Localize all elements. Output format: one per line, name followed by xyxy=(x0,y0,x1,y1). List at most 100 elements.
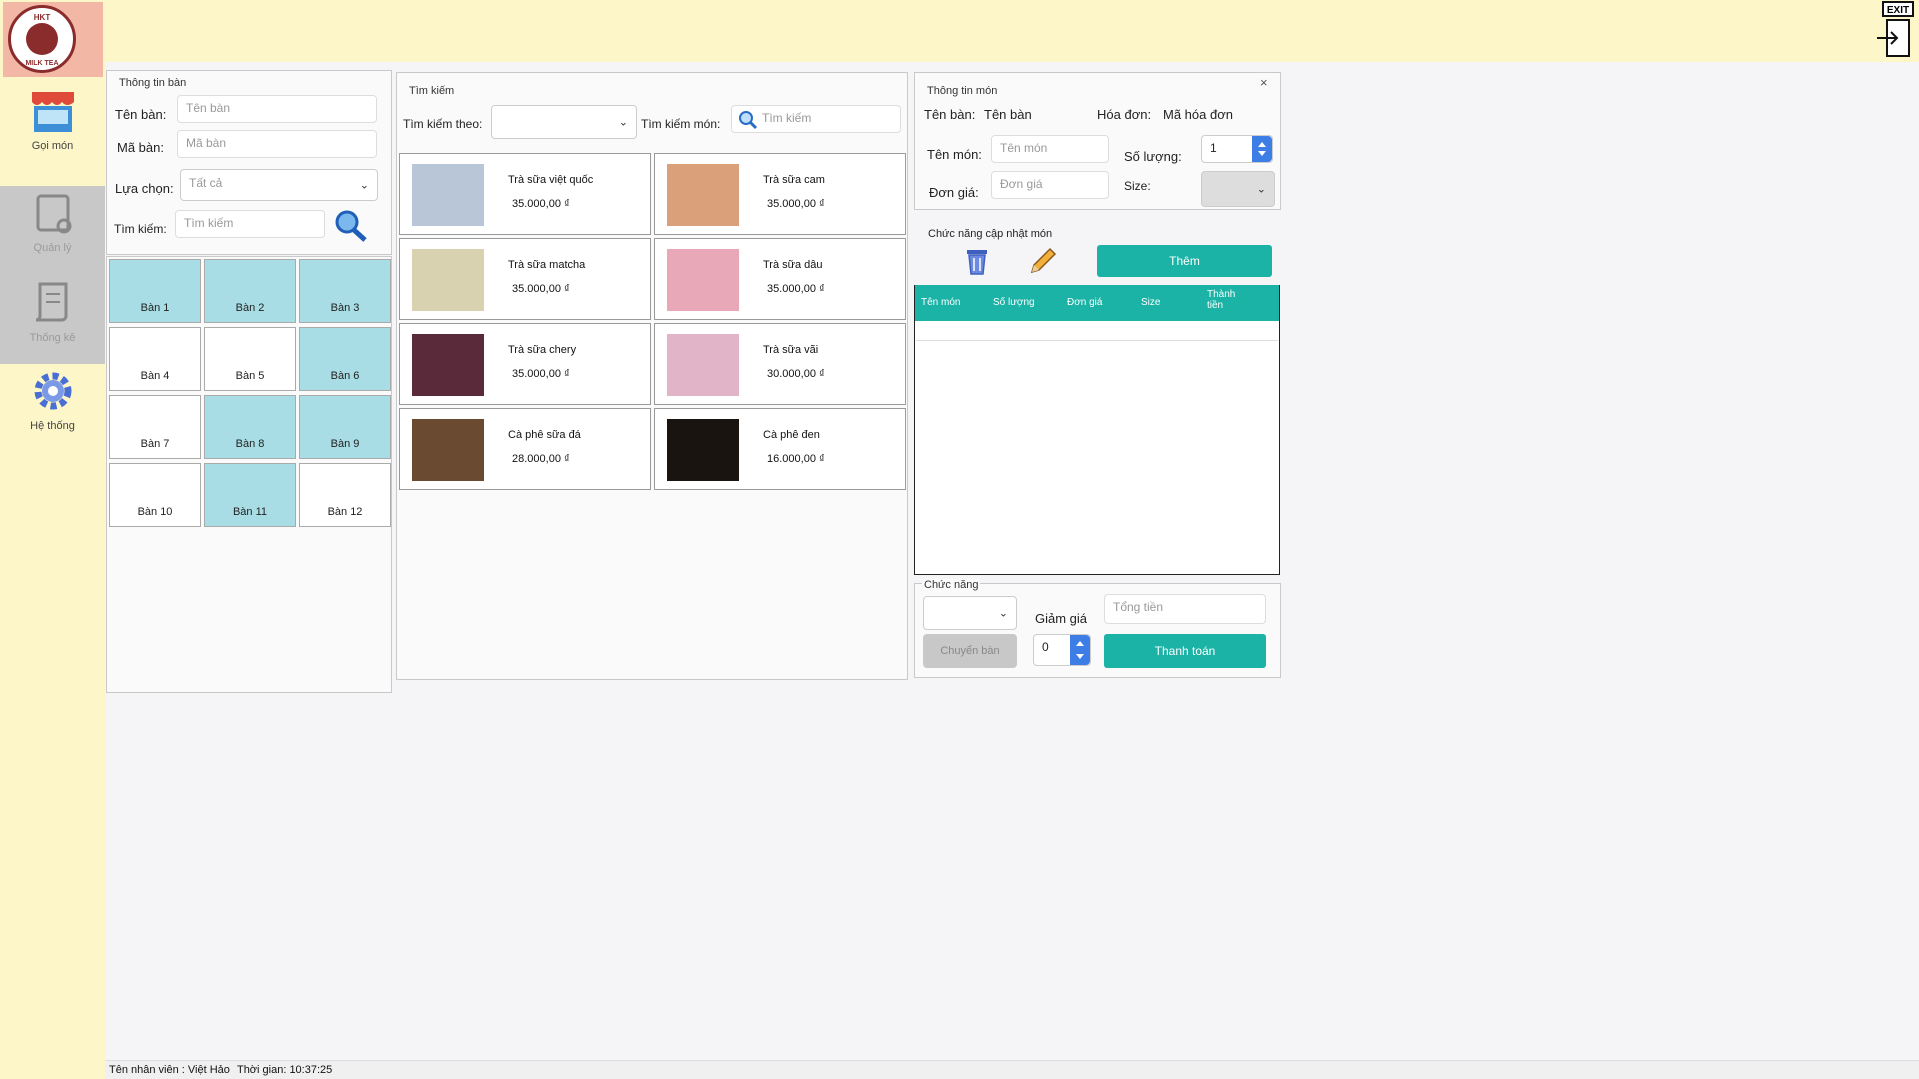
dish-info-title: Thông tin món xyxy=(927,85,998,97)
menu-item-image xyxy=(412,419,484,481)
sidebar-item-system[interactable]: Hệ thống xyxy=(0,368,105,448)
table-cell[interactable]: Bàn 6 xyxy=(299,327,391,391)
table-cell[interactable]: Bàn 11 xyxy=(204,463,296,527)
table-search-input[interactable]: Tìm kiếm xyxy=(175,210,325,238)
exit-label: EXIT xyxy=(1887,5,1909,16)
table-cell[interactable]: Bàn 12 xyxy=(299,463,391,527)
filter-select-value: Tất cả xyxy=(189,176,223,190)
order-grid-header: Tên món Số lượng Đơn giá Size Thành tiền xyxy=(915,285,1279,321)
add-dish-button[interactable]: Thêm xyxy=(1097,245,1272,277)
stepper-arrows-icon[interactable] xyxy=(1252,136,1272,162)
price-input[interactable]: Đơn giá xyxy=(991,171,1109,199)
functions-panel: Chức năng ⌄ Chuyển bàn Giảm giá 0 Tổng t… xyxy=(914,579,1281,678)
dish-table-label: Tên bàn: xyxy=(924,107,976,122)
menu-item-card[interactable]: Cà phê đen 16.000,00 ₫ xyxy=(654,408,906,490)
qty-value: 1 xyxy=(1210,141,1217,155)
employee-name: Việt Hảo xyxy=(187,1064,230,1076)
menu-item-card[interactable]: Trà sữa matcha 35.000,00 ₫ xyxy=(399,238,651,320)
table-grid-panel: Bàn 1 Bàn 2 Bàn 3 Bàn 4 Bàn 5 Bàn 6 Bàn 7 Bàn 8… xyxy=(106,256,392,693)
close-icon[interactable]: × xyxy=(1260,75,1268,90)
scroll-icon xyxy=(35,282,67,322)
menu-item-image xyxy=(667,164,739,226)
qty-stepper[interactable]: 1 xyxy=(1201,135,1273,163)
size-select[interactable]: ⌄ xyxy=(1201,171,1275,207)
menu-item-price: 35.000,00 ₫ xyxy=(512,368,570,380)
chevron-down-icon: ⌄ xyxy=(1256,183,1266,196)
sidebar-item-label: Gọi món xyxy=(31,140,74,152)
size-label: Size: xyxy=(1124,179,1151,193)
table-cell[interactable]: Bàn 9 xyxy=(299,395,391,459)
menu-item-name: Trà sữa vãi xyxy=(763,344,819,356)
dish-search-placeholder: Tìm kiếm xyxy=(762,111,812,125)
top-bar xyxy=(0,0,1919,62)
menu-item-price: 30.000,00 ₫ xyxy=(767,368,825,380)
order-grid-empty-row xyxy=(916,321,1278,341)
menu-panel: Tìm kiếm Tìm kiếm theo: ⌄ Tìm kiếm món: … xyxy=(396,72,908,680)
status-bar: Tên nhân viên : Việt Hảo Thời gian: 10:3… xyxy=(105,1060,1919,1079)
menu-item-image xyxy=(412,164,484,226)
menu-item-name: Trà sữa matcha xyxy=(508,259,586,271)
table-cell[interactable]: Bàn 3 xyxy=(299,259,391,323)
table-cell[interactable]: Bàn 1 xyxy=(109,259,201,323)
sidebar-item-order[interactable]: Gọi món xyxy=(0,88,105,168)
sidebar-item-label: Hệ thống xyxy=(30,420,75,432)
table-cell[interactable]: Bàn 5 xyxy=(204,327,296,391)
table-id-label: Mã bàn: xyxy=(117,140,164,155)
table-cell[interactable]: Bàn 8 xyxy=(204,395,296,459)
table-info-title: Thông tin bàn xyxy=(119,77,187,89)
menu-item-card[interactable]: Trà sữa vãi 30.000,00 ₫ xyxy=(654,323,906,405)
filter-select[interactable]: Tất cả ⌄ xyxy=(180,169,378,201)
table-cell[interactable]: Bàn 4 xyxy=(109,327,201,391)
menu-item-price: 35.000,00 ₫ xyxy=(767,198,825,210)
dish-search-input[interactable]: Tìm kiếm xyxy=(731,105,901,133)
discount-stepper[interactable]: 0 xyxy=(1033,634,1091,666)
trash-icon[interactable] xyxy=(964,246,990,276)
menu-item-card[interactable]: Cà phê sữa đá 28.000,00 ₫ xyxy=(399,408,651,490)
menu-item-card[interactable]: Trà sữa dâu 35.000,00 ₫ xyxy=(654,238,906,320)
transfer-table-button[interactable]: Chuyển bàn xyxy=(923,634,1017,668)
table-cell[interactable]: Bàn 2 xyxy=(204,259,296,323)
menu-item-name: Cà phê sữa đá xyxy=(508,429,581,441)
invoice-value: Mã hóa đơn xyxy=(1163,107,1233,122)
table-cell[interactable]: Bàn 7 xyxy=(109,395,201,459)
exit-button[interactable]: EXIT xyxy=(1873,0,1917,62)
menu-item-name: Trà sữa chery xyxy=(508,344,577,356)
col-header: Tên món xyxy=(921,297,961,308)
exit-icon: EXIT xyxy=(1877,1,1914,57)
menu-item-card[interactable]: Trà sữa cam 35.000,00 ₫ xyxy=(654,153,906,235)
menu-item-price: 28.000,00 ₫ xyxy=(512,453,570,465)
search-icon[interactable] xyxy=(333,209,369,243)
qty-label: Số lượng: xyxy=(1124,149,1182,164)
search-by-select[interactable]: ⌄ xyxy=(491,105,637,139)
invoice-label: Hóa đơn: xyxy=(1097,107,1152,122)
discount-value: 0 xyxy=(1042,640,1049,654)
update-title: Chức năng cập nhật món xyxy=(928,228,1053,240)
menu-item-card[interactable]: Trà sữa chery 35.000,00 ₫ xyxy=(399,323,651,405)
search-icon xyxy=(739,111,758,130)
table-id-input[interactable]: Mã bàn xyxy=(177,130,377,158)
menu-item-card[interactable]: Trà sữa việt quốc 35.000,00 ₫ xyxy=(399,153,651,235)
function-select[interactable]: ⌄ xyxy=(923,596,1017,630)
dish-name-input[interactable]: Tên món xyxy=(991,135,1109,163)
col-header: Thành tiền xyxy=(1207,289,1236,311)
sidebar-item-stats[interactable]: Thống kê xyxy=(0,276,105,364)
chevron-down-icon: ⌄ xyxy=(359,179,369,192)
menu-item-name: Trà sữa dâu xyxy=(763,259,823,271)
dish-table-value: Tên bàn xyxy=(984,107,1032,122)
pay-button[interactable]: Thanh toán xyxy=(1104,634,1266,668)
stepper-arrows-icon[interactable] xyxy=(1070,635,1090,665)
table-cell[interactable]: Bàn 10 xyxy=(109,463,201,527)
menu-item-name: Cà phê đen xyxy=(763,429,820,441)
discount-label: Giảm giá xyxy=(1035,611,1088,626)
menu-item-image xyxy=(412,334,484,396)
logo-top-text: HKT xyxy=(33,13,51,22)
menu-item-image xyxy=(412,249,484,311)
time-value: 10:37:25 xyxy=(289,1064,333,1076)
pencil-icon[interactable] xyxy=(1026,246,1058,278)
chevron-down-icon: ⌄ xyxy=(998,607,1008,620)
total-input[interactable]: Tổng tiền xyxy=(1104,594,1266,624)
sidebar-item-label: Thống kê xyxy=(29,332,76,344)
table-name-input[interactable]: Tên bàn xyxy=(177,95,377,123)
sidebar-item-manage[interactable]: Quản lý xyxy=(0,186,105,276)
sidebar-item-label: Quản lý xyxy=(33,242,72,254)
